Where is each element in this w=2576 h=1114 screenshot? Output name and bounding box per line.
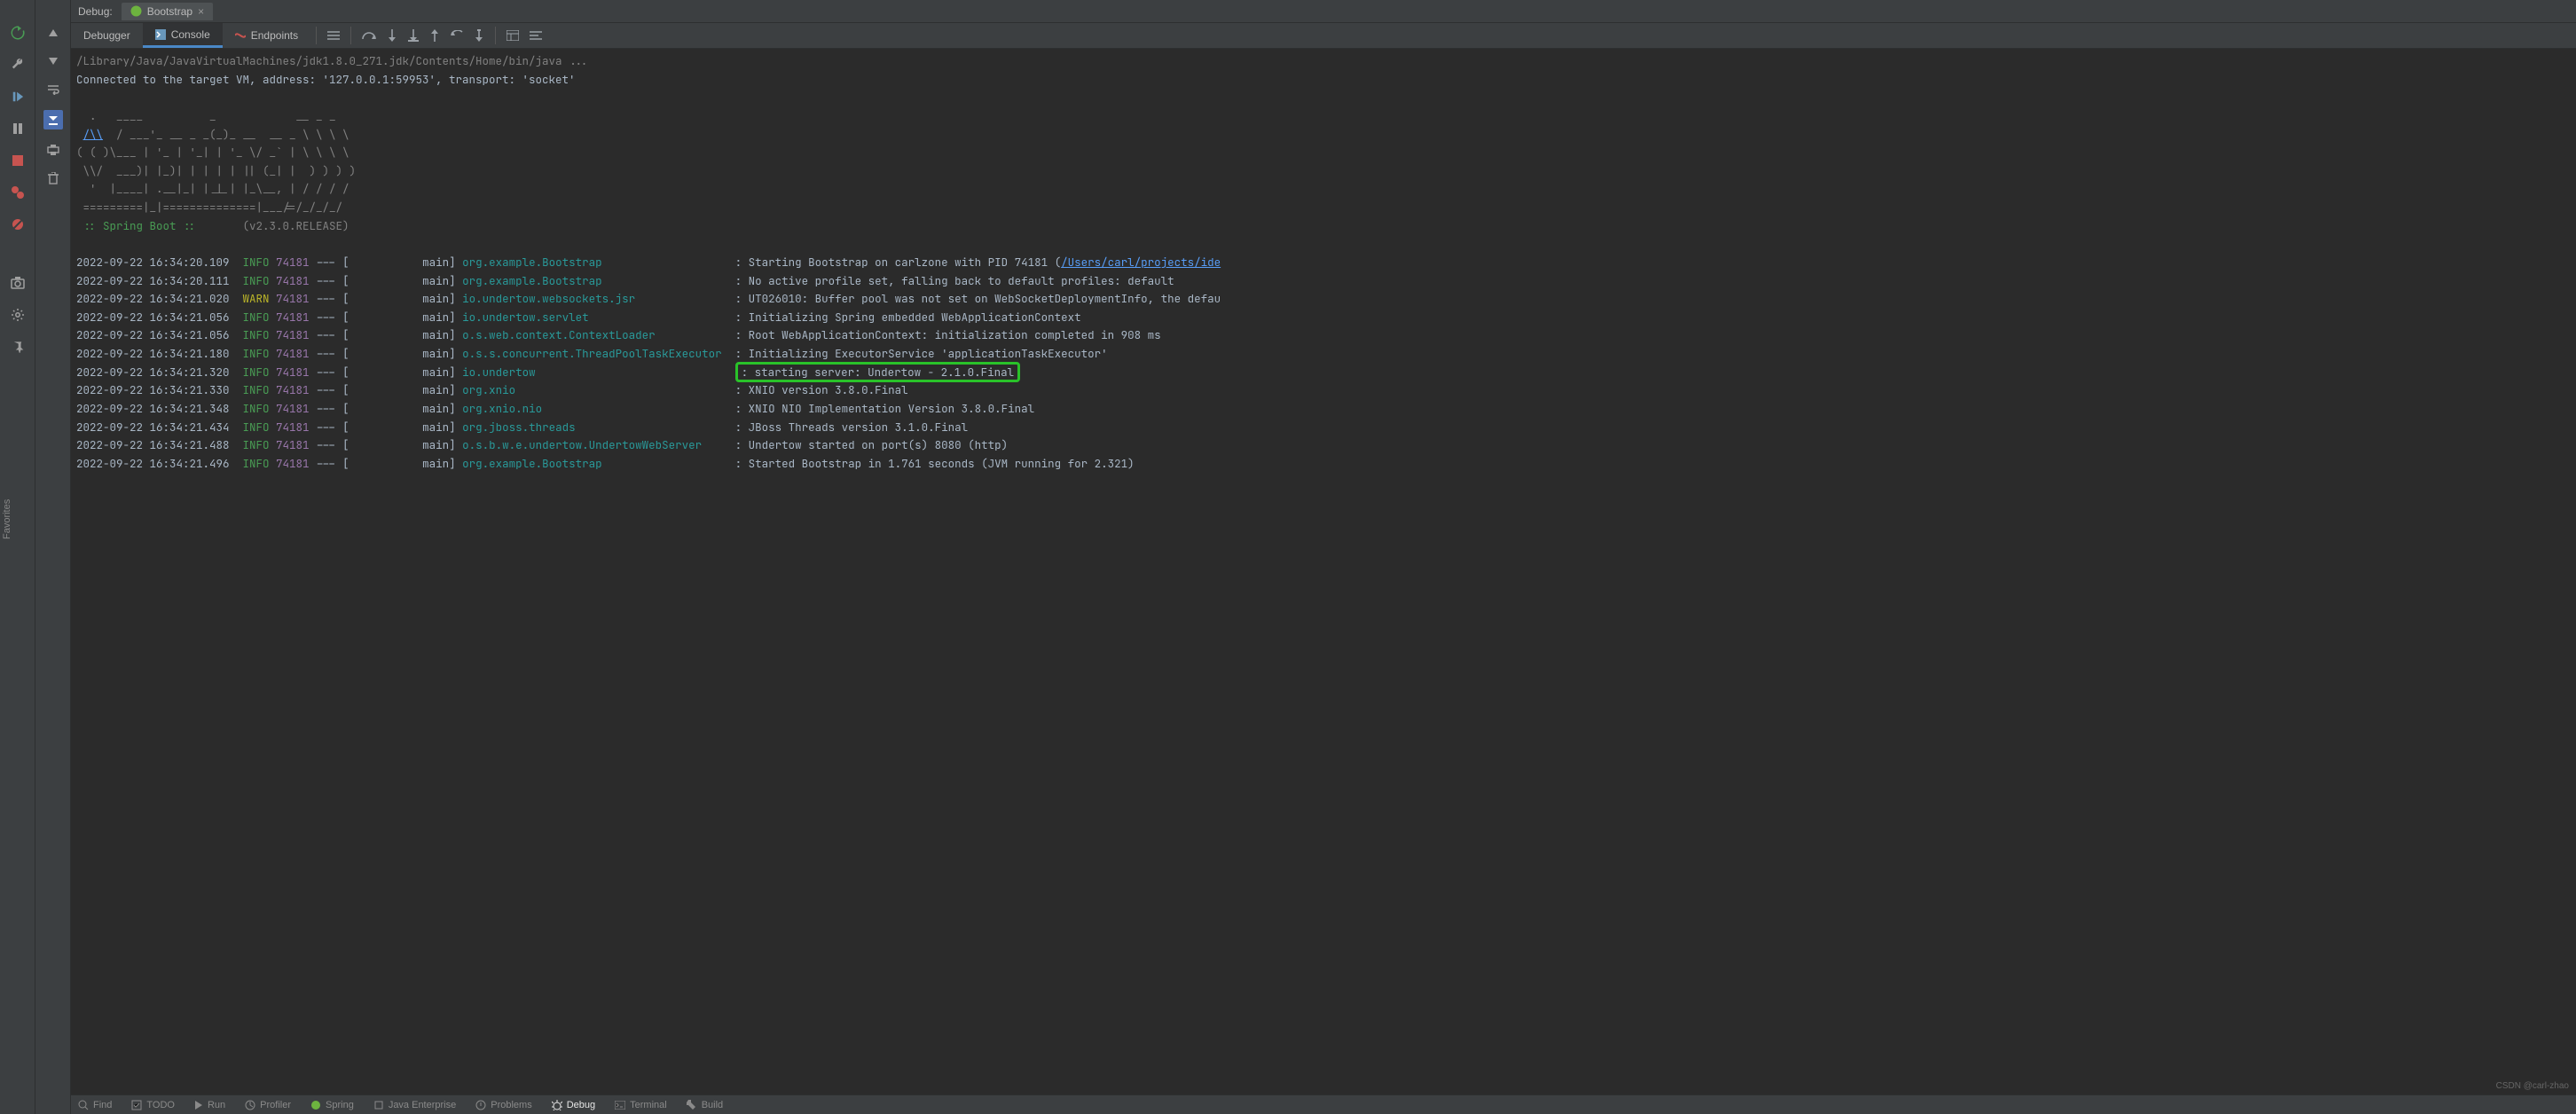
run-toolwindow[interactable]: Run (194, 1100, 225, 1110)
debug-tabstrip: Debug: Bootstrap × (71, 0, 2576, 22)
clear-icon[interactable] (45, 170, 61, 186)
pin-icon[interactable] (10, 339, 26, 355)
spring-toolwindow[interactable]: Spring (310, 1100, 354, 1110)
pause-icon[interactable] (10, 121, 26, 137)
camera-icon[interactable] (10, 275, 26, 291)
debugger-tab[interactable]: Debugger (71, 23, 143, 48)
rerun-icon[interactable] (10, 25, 26, 41)
build-toolwindow[interactable]: Build (687, 1100, 723, 1110)
step-out-icon[interactable] (424, 29, 445, 42)
threads-icon[interactable] (322, 30, 345, 41)
spring-leaf-icon (130, 5, 142, 17)
left-toolwindow-rail: Favorites (0, 0, 35, 1114)
debug-toolbar: Debugger Console Endpoints (71, 22, 2576, 49)
print-icon[interactable] (45, 142, 61, 158)
debug-label: Debug: (78, 5, 113, 18)
console-output[interactable]: /Library/Java/JavaVirtualMachines/jdk1.8… (71, 49, 2576, 1094)
force-step-into-icon[interactable] (403, 29, 424, 42)
step-into-icon[interactable] (381, 29, 403, 42)
soft-wrap-icon[interactable] (45, 82, 61, 98)
mute-breakpoints-icon[interactable] (10, 216, 26, 232)
stop-icon[interactable] (10, 153, 26, 169)
debug-toolwindow[interactable]: Debug (552, 1100, 595, 1110)
run-config-name: Bootstrap (147, 5, 192, 18)
trace-icon[interactable] (524, 30, 547, 41)
console-tab[interactable]: Console (143, 23, 223, 48)
settings-icon[interactable] (10, 307, 26, 323)
todo-toolwindow[interactable]: TODO (131, 1100, 175, 1110)
wrench-icon[interactable] (10, 57, 26, 73)
scroll-down-icon[interactable] (45, 53, 61, 69)
favorites-label[interactable]: Favorites (2, 499, 12, 539)
resume-icon[interactable] (10, 89, 26, 105)
scroll-to-end-icon[interactable] (43, 110, 63, 129)
terminal-toolwindow[interactable]: Terminal (615, 1100, 667, 1110)
find-toolwindow[interactable]: Find (78, 1100, 112, 1110)
endpoints-tab[interactable]: Endpoints (223, 23, 310, 48)
view-breakpoints-icon[interactable] (10, 184, 26, 200)
step-over-icon[interactable] (357, 30, 381, 41)
drop-frame-icon[interactable] (445, 30, 468, 41)
javaee-toolwindow[interactable]: Java Enterprise (373, 1100, 456, 1110)
close-tab-icon[interactable]: × (198, 5, 204, 18)
run-to-cursor-icon[interactable] (468, 29, 490, 42)
console-icon (155, 29, 166, 40)
bottom-toolbar: Find TODO Run Profiler Spring Java Enter… (71, 1094, 2576, 1114)
evaluate-icon[interactable] (501, 30, 524, 41)
scroll-up-icon[interactable] (45, 25, 61, 41)
endpoints-icon (235, 30, 246, 41)
run-config-tab[interactable]: Bootstrap × (122, 3, 213, 20)
profiler-toolwindow[interactable]: Profiler (245, 1100, 291, 1110)
debug-actions-rail (35, 0, 71, 1114)
watermark: CSDN @carl-zhao (2496, 1081, 2569, 1091)
problems-toolwindow[interactable]: Problems (475, 1100, 531, 1110)
